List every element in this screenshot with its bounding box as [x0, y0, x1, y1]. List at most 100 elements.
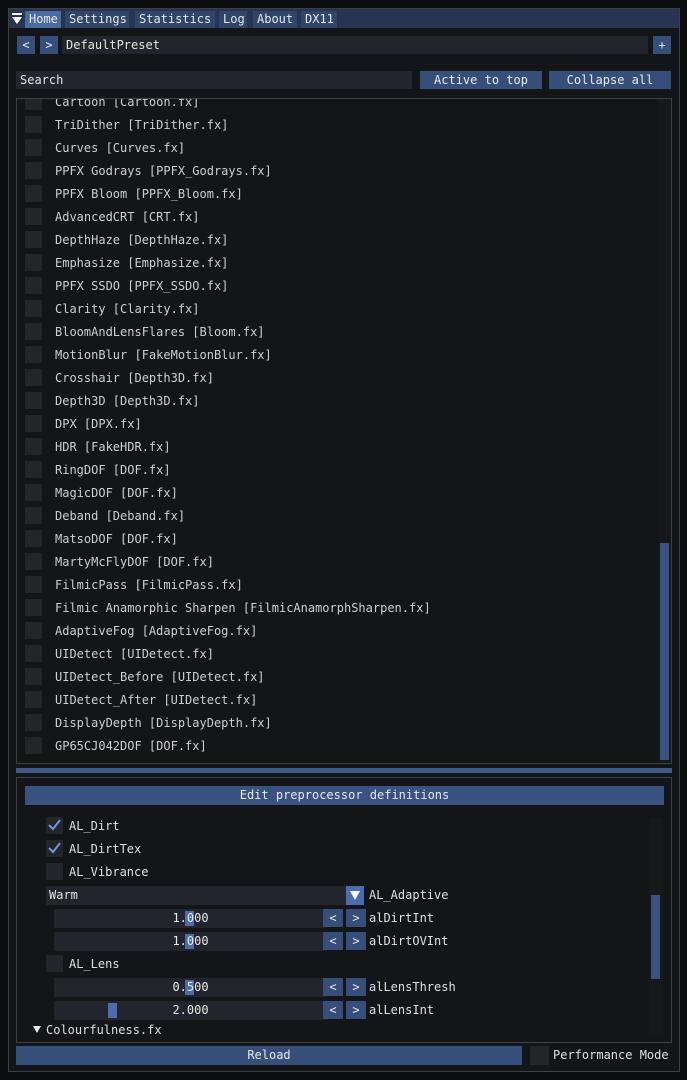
effect-item-label[interactable]: UIDetect_Before [UIDetect.fx]: [55, 670, 265, 684]
preprocessor-scroll-thumb[interactable]: [651, 895, 660, 979]
effect-item-label[interactable]: Crosshair [Depth3D.fx]: [55, 371, 214, 385]
effect-item-label[interactable]: BloomAndLensFlares [Bloom.fx]: [55, 325, 265, 339]
effect-checkbox[interactable]: [25, 668, 42, 685]
effect-item-label[interactable]: HDR [FakeHDR.fx]: [55, 440, 171, 454]
effect-item-label[interactable]: DPX [DPX.fx]: [55, 417, 142, 431]
effect-checkbox[interactable]: [25, 277, 42, 294]
effect-checkbox[interactable]: [25, 461, 42, 478]
allensint-increase-button[interactable]: >: [346, 1001, 366, 1019]
effect-item-label[interactable]: AdvancedCRT [CRT.fx]: [55, 210, 200, 224]
allensthresh-decrease-button[interactable]: <: [323, 978, 343, 996]
edit-preprocessor-header[interactable]: Edit preprocessor definitions: [25, 786, 664, 805]
effect-item-label[interactable]: DepthHaze [DepthHaze.fx]: [55, 233, 228, 247]
al-dirt-checkbox[interactable]: [46, 817, 63, 834]
effect-checkbox[interactable]: [25, 208, 42, 225]
allensthresh-slider[interactable]: 0.500: [54, 978, 327, 997]
effect-item-label[interactable]: GP65CJ042DOF [DOF.fx]: [55, 739, 207, 753]
effect-list-scroll-thumb[interactable]: [660, 543, 669, 760]
effect-checkbox[interactable]: [25, 99, 42, 110]
effect-item-label[interactable]: PPFX SSDO [PPFX_SSDO.fx]: [55, 279, 228, 293]
effect-item-label[interactable]: TriDither [TriDither.fx]: [55, 118, 228, 132]
effect-checkbox[interactable]: [25, 576, 42, 593]
al-lens-checkbox[interactable]: [46, 955, 63, 972]
effect-item-label[interactable]: FilmicPass [FilmicPass.fx]: [55, 578, 243, 592]
preprocessor-scrollbar[interactable]: [649, 818, 663, 1036]
effect-checkbox[interactable]: [25, 139, 42, 156]
reload-button[interactable]: Reload: [16, 1046, 522, 1065]
al-vibrance-checkbox[interactable]: [46, 863, 63, 880]
effect-item-label[interactable]: PPFX Bloom [PPFX_Bloom.fx]: [55, 187, 243, 201]
tab-log[interactable]: Log: [219, 11, 247, 28]
tab-about[interactable]: About: [253, 11, 297, 28]
aldirtint-increase-button[interactable]: >: [346, 909, 366, 927]
preset-name-field[interactable]: DefaultPreset: [62, 36, 648, 54]
tab-statistics[interactable]: Statistics: [135, 11, 215, 28]
tab-dx11[interactable]: DX11: [301, 11, 337, 28]
effect-checkbox[interactable]: [25, 231, 42, 248]
effect-item-label[interactable]: AdaptiveFog [AdaptiveFog.fx]: [55, 624, 257, 638]
effect-checkbox[interactable]: [25, 369, 42, 386]
effect-item-label[interactable]: Emphasize [Emphasize.fx]: [55, 256, 228, 270]
effect-checkbox[interactable]: [25, 254, 42, 271]
effect-item-label[interactable]: PPFX Godrays [PPFX_Godrays.fx]: [55, 164, 272, 178]
aldirtint-decrease-button[interactable]: <: [323, 909, 343, 927]
effect-item-label[interactable]: Cartoon [Cartoon.fx]: [55, 99, 200, 109]
effect-checkbox[interactable]: [25, 346, 42, 363]
allensint-decrease-button[interactable]: <: [323, 1001, 343, 1019]
effect-checkbox[interactable]: [25, 507, 42, 524]
effect-checkbox[interactable]: [25, 553, 42, 570]
effect-checkbox[interactable]: [25, 116, 42, 133]
effect-item-label[interactable]: Clarity [Clarity.fx]: [55, 302, 200, 316]
effect-item-label[interactable]: Deband [Deband.fx]: [55, 509, 185, 523]
aldirtovint-slider[interactable]: 1.000: [54, 932, 327, 951]
effect-item-label[interactable]: MatsoDOF [DOF.fx]: [55, 532, 178, 546]
effect-checkbox[interactable]: [25, 645, 42, 662]
active-to-top-button[interactable]: Active to top: [420, 71, 542, 89]
effect-checkbox[interactable]: [25, 415, 42, 432]
effect-checkbox[interactable]: [25, 185, 42, 202]
al-adaptive-dropdown-button[interactable]: [346, 886, 364, 905]
effect-item-label[interactable]: UIDetect_After [UIDetect.fx]: [55, 693, 257, 707]
performance-mode-checkbox[interactable]: [530, 1046, 549, 1065]
collapse-all-button[interactable]: Collapse all: [549, 71, 671, 89]
effect-checkbox[interactable]: [25, 599, 42, 616]
effect-item-label[interactable]: MartyMcFlyDOF [DOF.fx]: [55, 555, 214, 569]
aldirtovint-decrease-button[interactable]: <: [323, 932, 343, 950]
effect-item-label[interactable]: Curves [Curves.fx]: [55, 141, 185, 155]
panel-splitter[interactable]: [16, 768, 672, 773]
effect-item-label[interactable]: Depth3D [Depth3D.fx]: [55, 394, 200, 408]
tree-expanded-icon[interactable]: [33, 1026, 41, 1033]
aldirtint-slider[interactable]: 1.000: [54, 909, 327, 928]
effect-list-scrollbar[interactable]: [659, 99, 671, 763]
add-preset-button[interactable]: +: [653, 36, 671, 54]
search-input[interactable]: Search: [16, 71, 412, 89]
previous-preset-button[interactable]: <: [17, 36, 35, 54]
al-dirttex-checkbox[interactable]: [46, 840, 63, 857]
effect-checkbox[interactable]: [25, 300, 42, 317]
effect-checkbox[interactable]: [25, 438, 42, 455]
effect-checkbox[interactable]: [25, 323, 42, 340]
allensint-slider[interactable]: 2.000: [54, 1001, 327, 1020]
effect-checkbox[interactable]: [25, 484, 42, 501]
colourfulness-section[interactable]: Colourfulness.fx: [46, 1023, 162, 1037]
tab-settings[interactable]: Settings: [65, 11, 129, 28]
effect-item-label[interactable]: Filmic Anamorphic Sharpen [FilmicAnamorp…: [55, 601, 431, 615]
effect-item-label[interactable]: MotionBlur [FakeMotionBlur.fx]: [55, 348, 272, 362]
effect-checkbox[interactable]: [25, 737, 42, 754]
effect-checkbox[interactable]: [25, 691, 42, 708]
aldirtovint-increase-button[interactable]: >: [346, 932, 366, 950]
effect-item-label[interactable]: MagicDOF [DOF.fx]: [55, 486, 178, 500]
tab-home[interactable]: Home: [25, 11, 61, 28]
next-preset-button[interactable]: >: [40, 36, 58, 54]
effect-checkbox[interactable]: [25, 392, 42, 409]
effect-item-label[interactable]: RingDOF [DOF.fx]: [55, 463, 171, 477]
al-adaptive-combo[interactable]: Warm: [46, 886, 346, 905]
effect-checkbox[interactable]: [25, 162, 42, 179]
allensthresh-increase-button[interactable]: >: [346, 978, 366, 996]
effect-checkbox[interactable]: [25, 714, 42, 731]
effect-checkbox[interactable]: [25, 622, 42, 639]
window-collapse-icon[interactable]: [12, 13, 22, 24]
effect-checkbox[interactable]: [25, 530, 42, 547]
effect-item-label[interactable]: DisplayDepth [DisplayDepth.fx]: [55, 716, 272, 730]
effect-item-label[interactable]: UIDetect [UIDetect.fx]: [55, 647, 214, 661]
